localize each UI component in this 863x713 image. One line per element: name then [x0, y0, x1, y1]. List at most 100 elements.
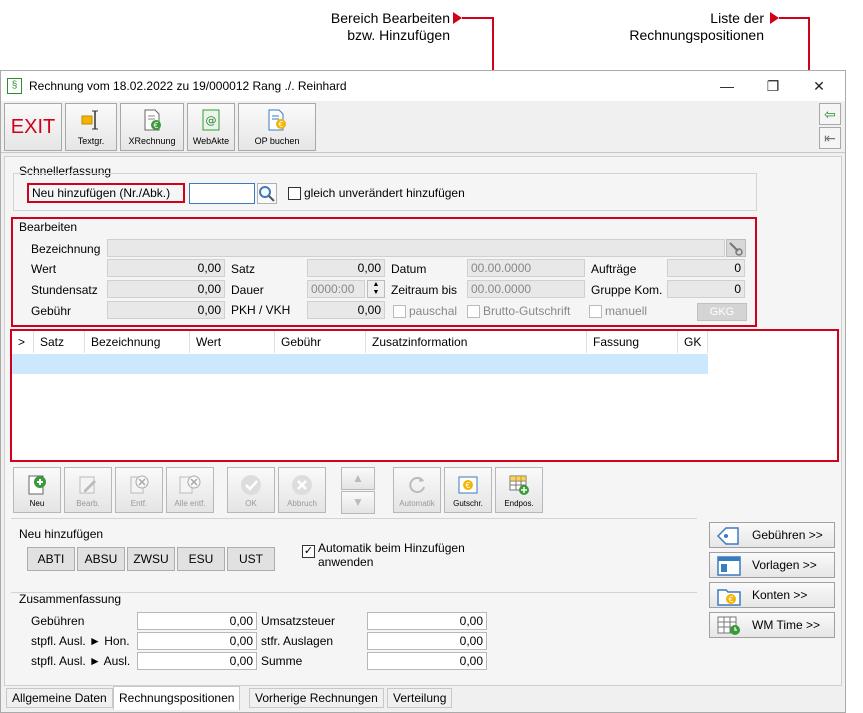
table-row[interactable]: [12, 354, 708, 374]
gebuehren-label: Gebühren: [31, 614, 85, 628]
close-button[interactable]: ✕: [799, 75, 839, 97]
bezeichnung-field[interactable]: [107, 239, 725, 257]
ust-button[interactable]: UST: [227, 547, 275, 571]
col-gebuehr[interactable]: Gebühr: [275, 331, 366, 353]
stundensatz-field[interactable]: 0,00: [107, 280, 225, 298]
alle-entf-button[interactable]: Alle entf.: [166, 467, 214, 513]
brutto-checkbox[interactable]: [467, 305, 480, 318]
tab-verteilung[interactable]: Verteilung: [387, 688, 453, 708]
wert-label: Wert: [31, 262, 57, 276]
auftraege-label: Aufträge: [591, 262, 637, 276]
dock-right-arrow-icon[interactable]: ⇦: [819, 103, 841, 125]
automatik-checkbox-label: Automatik beim Hinzufügen anwenden: [318, 541, 465, 569]
abbruch-button[interactable]: Abbruch: [278, 467, 326, 513]
endpos-button[interactable]: Endpos.: [495, 467, 543, 513]
col-bezeichnung[interactable]: Bezeichnung: [85, 331, 190, 353]
absu-button[interactable]: ABSU: [77, 547, 125, 571]
vorlagen-nav-button[interactable]: Vorlagen >>: [709, 552, 835, 578]
callout-list-line: [779, 17, 810, 19]
quick-add-buttons: ABTI ABSU ZWSU ESU UST: [27, 547, 287, 571]
pauschal-label: pauschal: [409, 304, 458, 318]
datum-label: Datum: [391, 262, 427, 276]
svg-text:€: €: [465, 481, 470, 490]
gutschr-button[interactable]: € Gutschr.: [444, 467, 492, 513]
action-bar: Neu Bearb. Entf. Alle entf. OK Abbruch ▲…: [13, 467, 553, 515]
pauschal-checkbox[interactable]: [393, 305, 406, 318]
xrechnung-button[interactable]: € XRechnung: [120, 103, 184, 151]
bezeichnung-tool-button[interactable]: [726, 239, 746, 257]
neu-hinzufuegen-group: [11, 518, 697, 519]
zeitraum-field[interactable]: 00.00.0000: [467, 280, 585, 298]
wert-field[interactable]: 0,00: [107, 259, 225, 277]
folder-money-icon: €: [717, 589, 741, 606]
entf-button[interactable]: Entf.: [115, 467, 163, 513]
window-title: Rechnung vom 18.02.2022 zu 19/000012 Ran…: [29, 79, 347, 93]
zwsu-button[interactable]: ZWSU: [127, 547, 175, 571]
col-wert[interactable]: Wert: [190, 331, 275, 353]
manuell-label: manuell: [605, 304, 648, 318]
quick-entry-input[interactable]: [189, 183, 255, 204]
xrechnung-label: XRechnung: [128, 136, 176, 146]
dauer-field[interactable]: 0000:00: [307, 280, 365, 298]
gutschr-label: Gutschr.: [453, 499, 483, 508]
gruppe-field[interactable]: 0: [667, 280, 745, 298]
col-fassung[interactable]: Fassung: [587, 331, 678, 353]
dauer-spinner[interactable]: ▲ ▼: [367, 280, 385, 298]
search-button[interactable]: [257, 183, 277, 204]
satz-field[interactable]: 0,00: [307, 259, 385, 277]
satz-label: Satz: [231, 262, 256, 276]
dock-left-arrow-icon[interactable]: ⇤: [819, 127, 841, 149]
automatik-checkbox[interactable]: ✓: [302, 545, 315, 558]
gebuehren-nav-label: Gebühren >>: [752, 528, 823, 542]
entf-label: Entf.: [130, 499, 148, 508]
gebuehren-field: 0,00: [137, 612, 257, 630]
ok-button[interactable]: OK: [227, 467, 275, 513]
minimize-button[interactable]: —: [707, 75, 747, 97]
tab-vorherige-rechnungen[interactable]: Vorherige Rechnungen: [249, 688, 384, 708]
webakte-label: WebAkte: [192, 136, 230, 146]
gebuehr-field[interactable]: 0,00: [107, 301, 225, 319]
move-up-button[interactable]: ▲: [341, 467, 375, 490]
datum-field[interactable]: 00.00.0000: [467, 259, 585, 277]
stpfl-ausl-label: stpfl. Ausl. ► Ausl.: [31, 654, 131, 668]
col-zusatzinformation[interactable]: Zusatzinformation: [366, 331, 587, 353]
textgr-button[interactable]: Textgr.: [65, 103, 117, 151]
gebuehren-nav-button[interactable]: Gebühren >>: [709, 522, 835, 548]
gkg-button[interactable]: GKG: [697, 303, 747, 321]
dauer-label: Dauer: [231, 283, 264, 297]
col-satz[interactable]: Satz: [34, 331, 85, 353]
callout-list-arrow-icon: [770, 12, 779, 24]
op-buchen-button[interactable]: € OP buchen: [238, 103, 316, 151]
exit-button[interactable]: EXIT: [4, 103, 62, 151]
pkh-field[interactable]: 0,00: [307, 301, 385, 319]
neu-label: Neu: [29, 499, 45, 508]
stundensatz-label: Stundensatz: [31, 283, 98, 297]
bearbeiten-title: Bearbeiten: [19, 220, 78, 234]
delete-all-icon: [179, 475, 201, 494]
pencil-icon: [79, 476, 96, 494]
gleich-label: gleich unverändert hinzufügen: [304, 186, 465, 200]
positions-grid[interactable]: > Satz Bezeichnung Wert Gebühr Zusatzinf…: [12, 331, 837, 460]
konten-nav-button[interactable]: € Konten >>: [709, 582, 835, 608]
bearb-button[interactable]: Bearb.: [64, 467, 112, 513]
table-add-icon: [509, 475, 529, 495]
key-icon: [729, 242, 743, 256]
webakte-button[interactable]: @ WebAkte: [187, 103, 235, 151]
tab-allgemeine-daten[interactable]: Allgemeine Daten: [6, 688, 113, 708]
col-marker[interactable]: >: [12, 331, 34, 353]
umsatzsteuer-field: 0,00: [367, 612, 487, 630]
auftraege-field[interactable]: 0: [667, 259, 745, 277]
esu-button[interactable]: ESU: [177, 547, 225, 571]
neu-button[interactable]: Neu: [13, 467, 61, 513]
gleich-checkbox[interactable]: [288, 187, 301, 200]
move-down-button[interactable]: ▼: [341, 491, 375, 514]
credit-note-icon: €: [458, 476, 478, 494]
tab-rechnungspositionen[interactable]: Rechnungspositionen: [113, 686, 241, 710]
maximize-button[interactable]: ❐: [753, 75, 793, 97]
col-gk[interactable]: GK: [678, 331, 708, 353]
wm-time-nav-button[interactable]: WM Time >>: [709, 612, 835, 638]
automatik-button[interactable]: Automatik: [393, 467, 441, 513]
manuell-checkbox[interactable]: [589, 305, 602, 318]
abti-button[interactable]: ABTI: [27, 547, 75, 571]
stpfl-hon-field: 0,00: [137, 632, 257, 650]
